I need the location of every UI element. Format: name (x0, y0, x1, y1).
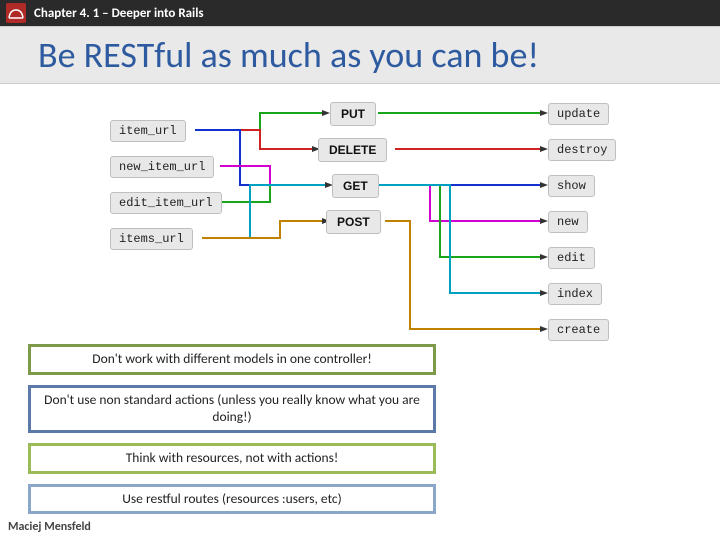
author-footer: Maciej Mensfeld (8, 520, 91, 534)
action-update: update (548, 103, 609, 125)
action-index: index (548, 283, 602, 305)
tips-list: Don't work with different models in one … (28, 344, 436, 514)
chapter-label: Chapter 4. 1 – Deeper into Rails (34, 6, 204, 21)
verb-delete: DELETE (318, 138, 387, 162)
action-destroy: destroy (548, 139, 616, 161)
tip-item: Don't work with different models in one … (28, 344, 436, 375)
topbar: Chapter 4. 1 – Deeper into Rails (0, 0, 720, 26)
verb-post: POST (326, 210, 381, 234)
tip-item: Use restful routes (resources :users, et… (28, 484, 436, 515)
verb-get: GET (332, 174, 379, 198)
slide-title: Be RESTful as much as you can be! (38, 33, 539, 77)
action-create: create (548, 319, 609, 341)
title-band: Be RESTful as much as you can be! (0, 26, 720, 84)
url-edit-item: edit_item_url (110, 192, 222, 214)
verb-put: PUT (330, 102, 376, 126)
action-show: show (548, 175, 595, 197)
url-items: items_url (110, 228, 193, 250)
action-edit: edit (548, 247, 595, 269)
action-new: new (548, 211, 588, 233)
tip-item: Don't use non standard actions (unless y… (28, 385, 436, 433)
url-new-item: new_item_url (110, 156, 214, 178)
url-item: item_url (110, 120, 186, 142)
rails-logo-icon (6, 3, 26, 23)
tip-item: Think with resources, not with actions! (28, 443, 436, 474)
